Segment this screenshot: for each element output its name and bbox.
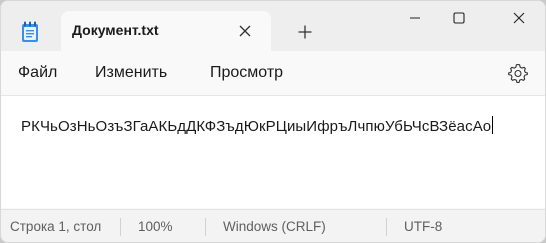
tab-title: Документ.txt bbox=[72, 22, 159, 38]
menu-edit[interactable]: Изменить bbox=[95, 64, 167, 82]
title-bar[interactable]: Документ.txt bbox=[1, 1, 545, 52]
text-caret bbox=[492, 116, 494, 134]
gear-icon[interactable] bbox=[506, 61, 530, 85]
status-divider bbox=[386, 218, 387, 236]
menu-file[interactable]: Файл bbox=[18, 64, 57, 82]
close-icon[interactable] bbox=[497, 3, 541, 33]
notepad-icon bbox=[21, 21, 39, 43]
menu-view[interactable]: Просмотр bbox=[210, 64, 283, 82]
editor-content-line[interactable]: РКЧьОзНьОзъЗГаАКЬдДКФЗъдЮкРЦиыИфръЛчпюУб… bbox=[21, 116, 494, 135]
tab-document[interactable]: Документ.txt bbox=[61, 11, 271, 52]
plus-icon[interactable] bbox=[295, 22, 315, 42]
status-encoding[interactable]: UTF-8 bbox=[404, 219, 442, 234]
maximize-icon[interactable] bbox=[437, 3, 481, 33]
minimize-icon[interactable] bbox=[393, 3, 437, 33]
notepad-window: Документ.txt Файл Изменить Просмотр РКЧь… bbox=[0, 0, 546, 243]
tab-close-icon[interactable] bbox=[237, 23, 253, 39]
editor-text: РКЧьОзНьОзъЗГаАКЬдДКФЗъдЮкРЦиыИфръЛчпюУб… bbox=[21, 118, 492, 135]
status-cursor-position: Строка 1, столбец 53 bbox=[10, 219, 102, 234]
status-bar: Строка 1, столбец 53 100% Windows (CRLF)… bbox=[1, 209, 545, 242]
status-divider bbox=[120, 218, 121, 236]
status-zoom[interactable]: 100% bbox=[138, 219, 173, 234]
text-editor[interactable]: РКЧьОзНьОзъЗГаАКЬдДКФЗъдЮкРЦиыИфръЛчпюУб… bbox=[1, 95, 545, 208]
status-line-endings[interactable]: Windows (CRLF) bbox=[223, 219, 326, 234]
status-divider bbox=[205, 218, 206, 236]
menu-bar: Файл Изменить Просмотр bbox=[1, 52, 545, 94]
